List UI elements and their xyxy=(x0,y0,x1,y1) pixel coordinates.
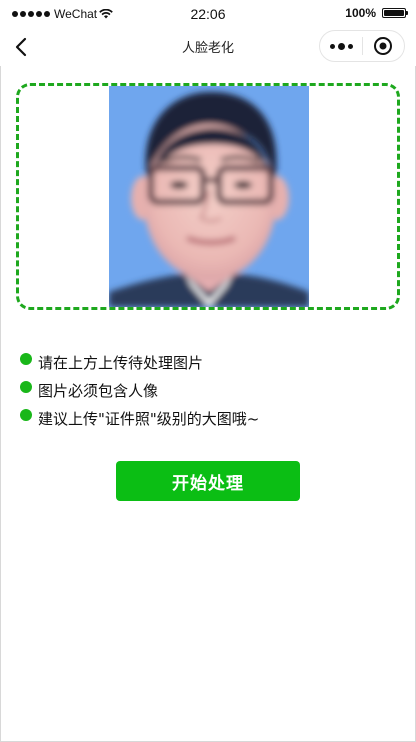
instruction-list: 请在上方上传待处理图片 图片必须包含人像 建议上传"证件照"级别的大图哦~ xyxy=(20,348,259,432)
battery-percent: 100% xyxy=(345,6,376,20)
face-photo xyxy=(109,86,309,307)
start-processing-button[interactable]: 开始处理 xyxy=(116,461,300,501)
close-button[interactable] xyxy=(363,31,404,61)
instruction-text: 建议上传"证件照"级别的大图哦~ xyxy=(38,409,260,428)
battery-icon xyxy=(382,8,408,18)
navigation-bar: 人脸老化 xyxy=(0,28,416,66)
instruction-item: 建议上传"证件照"级别的大图哦~ xyxy=(20,404,259,432)
bullet-dot-icon xyxy=(20,381,32,393)
status-bar: WeChat 22:06 100% xyxy=(0,0,416,28)
instruction-text: 图片必须包含人像 xyxy=(38,381,159,400)
more-dots-icon xyxy=(329,42,353,50)
bullet-dot-icon xyxy=(20,409,32,421)
instruction-text: 请在上方上传待处理图片 xyxy=(38,353,204,372)
status-right: 100% xyxy=(345,6,408,20)
bullet-dot-icon xyxy=(20,353,32,365)
uploaded-face-photo xyxy=(109,86,309,307)
mini-program-capsule xyxy=(319,30,405,62)
target-circle-icon xyxy=(374,37,393,55)
instruction-item: 图片必须包含人像 xyxy=(20,376,259,404)
more-button[interactable] xyxy=(320,31,362,61)
image-upload-area[interactable] xyxy=(16,83,400,310)
instruction-item: 请在上方上传待处理图片 xyxy=(20,348,259,376)
